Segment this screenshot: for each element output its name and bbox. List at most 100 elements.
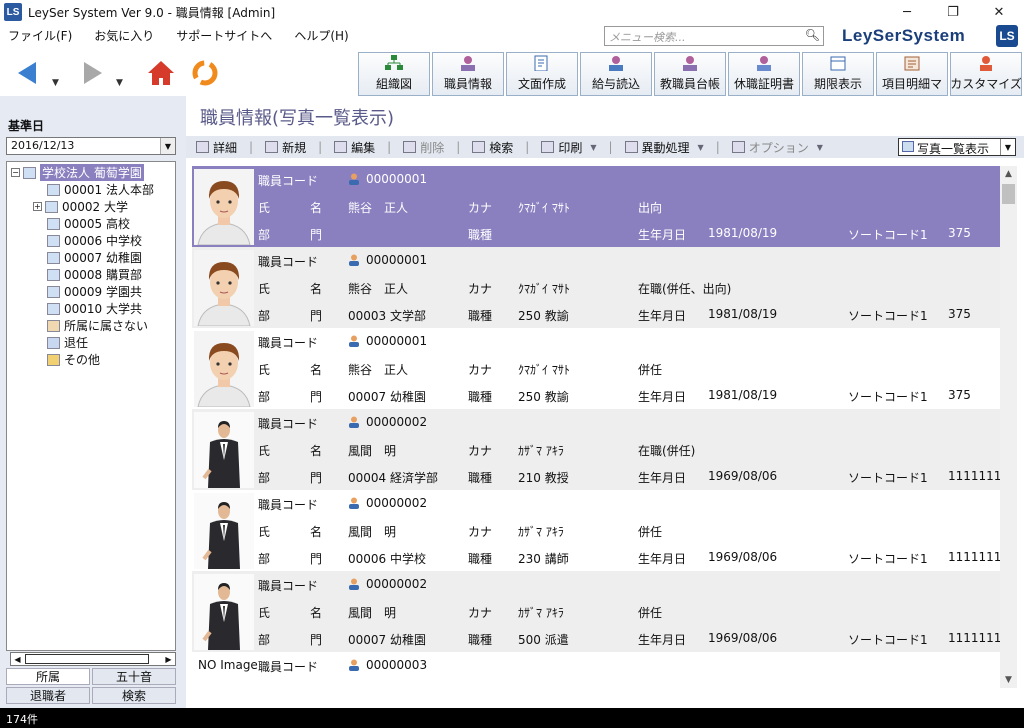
user-icon (349, 335, 359, 347)
search-icon[interactable]: 🔍︎ (805, 28, 820, 42)
list-vertical-scrollbar[interactable]: ▲ ▼ (1000, 166, 1017, 688)
name-label-b: 名 (310, 282, 323, 296)
menu-help[interactable]: ヘルプ(H) (294, 27, 348, 44)
scroll-up-icon[interactable]: ▲ (1000, 166, 1017, 182)
transfer-process-button[interactable]: 異動処理 ▼ (624, 139, 704, 156)
tree-node-dept[interactable]: 00008 購買部 (47, 266, 142, 283)
tree-node-root[interactable]: − 学校法人 葡萄学園 (11, 164, 144, 181)
menu-support-site[interactable]: サポートサイトへ (176, 27, 272, 44)
view-mode-select[interactable]: 写真一覧表示 ▼ (898, 138, 1016, 156)
toolbar-salary-import-button[interactable]: 給与読込 (580, 52, 652, 96)
tree-horizontal-scrollbar[interactable]: ◀ ▶ (10, 652, 176, 666)
staff-name: 風間 明 (348, 606, 397, 620)
tab-affiliation[interactable]: 所属 (6, 668, 90, 685)
table-row[interactable]: NO Image 職員コード 00000003 (192, 652, 1000, 688)
staff-photo-list[interactable]: 職員コード 00000001 氏名熊谷 正人 カナ ｸﾏｶﾞｲ ﾏｻﾄ 出向部門職種 生年月… (192, 166, 1000, 688)
tree-node-dept[interactable]: 00005 高校 (47, 215, 130, 232)
home-button[interactable] (144, 56, 178, 90)
maximize-button[interactable]: ❐ (930, 0, 976, 24)
toolbar-staff-ledger-button[interactable]: 教職員台帳 (654, 52, 726, 96)
job-label: 職種 (468, 309, 493, 323)
tab-search[interactable]: 検索 (92, 687, 176, 704)
tree-node-other[interactable]: その他 (47, 351, 100, 368)
chevron-down-icon[interactable]: ▼ (817, 143, 823, 152)
tree-node-retired[interactable]: 退任 (47, 334, 88, 351)
detail-button[interactable]: 詳細 (196, 139, 237, 156)
edit-button[interactable]: 編集 (334, 139, 375, 156)
table-row[interactable]: 職員コード 00000001 氏 名 熊谷 正人 カナ ｸﾏｶﾞｲ ﾏｻﾄ 在職(併任、出向)… (192, 247, 1000, 328)
scroll-right-icon[interactable]: ▶ (162, 653, 175, 665)
chevron-down-icon[interactable]: ▼ (1000, 139, 1015, 155)
new-icon (265, 141, 279, 153)
back-history-dropdown[interactable]: ▼ (52, 78, 59, 88)
building-icon (47, 217, 60, 230)
menu-search-input[interactable]: メニュー検索... 🔍︎ (604, 26, 824, 46)
brand-logo: LeySerSystem (842, 26, 966, 45)
birth-label: 生年月日 (638, 309, 687, 323)
table-row[interactable]: 職員コード 00000002 氏 名 風間 明 カナ ｶｻﾞﾏ ｱｷﾗ 在職(併任) 部 門 000… (192, 409, 1000, 490)
toolbar-label: 組織図 (375, 77, 412, 91)
forward-button[interactable] (78, 56, 108, 90)
forward-history-dropdown[interactable]: ▼ (116, 78, 123, 88)
table-row[interactable]: 職員コード 00000002 氏 名 風間 明 カナ ｶｻﾞﾏ ｱｷﾗ 併任部 門 00006 中… (192, 490, 1000, 571)
app-logo-icon: LS (4, 3, 22, 21)
minimize-button[interactable]: ─ (884, 0, 930, 24)
building-icon (47, 183, 60, 196)
name-label-b: 名 (310, 525, 323, 539)
table-row[interactable]: 職員コード 00000002 氏 名 風間 明 カナ ｶｻﾞﾏ ｱｷﾗ 併任部 門 00007 幼… (192, 571, 1000, 652)
toolbar-label: 休職証明書 (733, 77, 794, 91)
chevron-down-icon[interactable]: ▼ (698, 143, 704, 152)
options-button[interactable]: オプション ▼ (731, 139, 823, 156)
menu-file[interactable]: ファイル(F) (8, 27, 72, 44)
tree-node-dept[interactable]: 00007 幼稚園 (47, 249, 142, 266)
delete-button[interactable]: 削除 (403, 139, 444, 156)
staff-job: 230 講師 (518, 552, 569, 566)
toolbar-deadline-display-button[interactable]: 期限表示 (802, 52, 874, 96)
toolbar-customize-button[interactable]: カスタマイズ (950, 52, 1022, 96)
collapse-icon[interactable]: − (11, 168, 20, 177)
building-icon (23, 166, 36, 179)
staff-sort-code: 375 (948, 226, 971, 240)
staff-status: 在職(併任) (638, 444, 696, 458)
scroll-thumb[interactable] (25, 654, 149, 664)
no-image-label: NO Image (198, 658, 258, 672)
tree-node-unassigned[interactable]: 所属に属さない (47, 317, 148, 334)
tree-node-dept[interactable]: 00006 中学校 (47, 232, 142, 249)
tree-node-dept[interactable]: 00001 法人本部 (47, 181, 154, 198)
dept-label-b: 門 (310, 309, 323, 323)
table-row[interactable]: 職員コード 00000001 氏 名 熊谷 正人 カナ ｸﾏｶﾞｲ ﾏｻﾄ 併任部 門 00007… (192, 328, 1000, 409)
toolbar-org-chart-button[interactable]: 組織図 (358, 52, 430, 96)
refresh-button[interactable] (188, 56, 222, 90)
tree-node-dept[interactable]: 00010 大学共 (47, 300, 142, 317)
toolbar-item-detail-button[interactable]: 項目明細マ (876, 52, 948, 96)
toolbar-leave-certificate-button[interactable]: 休職証明書 (728, 52, 800, 96)
chevron-down-icon[interactable]: ▼ (590, 143, 596, 152)
toolbar-document-create-button[interactable]: 文面作成 (506, 52, 578, 96)
tree-node-dept[interactable]: +00002 大学 (33, 198, 128, 215)
leave-certificate-icon (757, 56, 771, 71)
print-button[interactable]: 印刷 ▼ (541, 139, 596, 156)
job-label: 職種 (468, 471, 493, 485)
tab-retirees[interactable]: 退職者 (6, 687, 90, 704)
scroll-thumb[interactable] (1002, 184, 1015, 204)
chevron-down-icon[interactable]: ▼ (160, 138, 175, 154)
menu-favorites[interactable]: お気に入り (94, 27, 154, 44)
sort-label: ソートコード1 (848, 228, 928, 242)
toolbar-staff-info-button[interactable]: 職員情報 (432, 52, 504, 96)
sort-label: ソートコード1 (848, 633, 928, 647)
department-tree[interactable]: − 学校法人 葡萄学園 00001 法人本部 +00002 大学 00005 高校… (6, 161, 176, 651)
search-button[interactable]: 検索 (472, 139, 513, 156)
close-button[interactable]: ✕ (976, 0, 1022, 24)
scroll-down-icon[interactable]: ▼ (1000, 672, 1017, 688)
new-button[interactable]: 新規 (265, 139, 306, 156)
detail-icon (196, 141, 209, 153)
staff-birth: 1969/08/06 (708, 550, 778, 564)
table-row[interactable]: 職員コード 00000001 氏 名 熊谷 正人 カナ ｸﾏｶﾞｲ ﾏｻﾄ 出向部 門 職種 生年月… (192, 166, 1000, 247)
scroll-left-icon[interactable]: ◀ (11, 653, 24, 665)
expand-icon[interactable]: + (33, 202, 42, 211)
base-date-picker[interactable]: 2016/12/13 ▼ (6, 137, 176, 155)
staff-job: 250 教諭 (518, 309, 569, 323)
tree-node-dept[interactable]: 00009 学園共 (47, 283, 142, 300)
back-button[interactable] (12, 56, 42, 90)
tab-syllabary[interactable]: 五十音 (92, 668, 176, 685)
